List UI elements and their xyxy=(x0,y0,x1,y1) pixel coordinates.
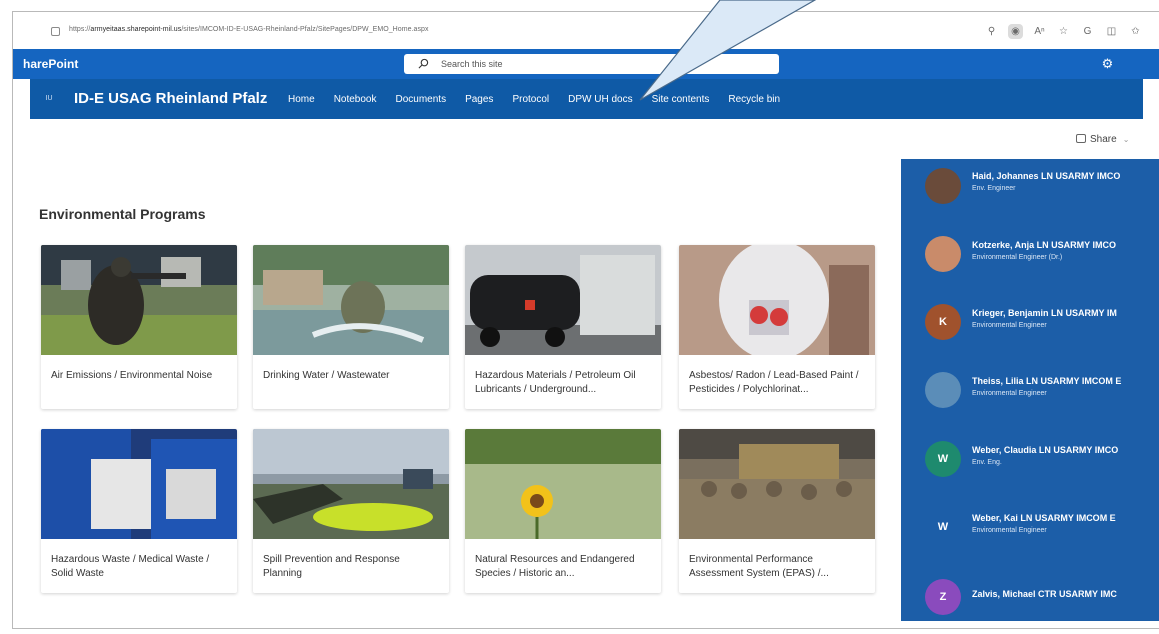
browser-profile-icon[interactable]: G xyxy=(1080,24,1095,39)
person-name: Weber, Claudia LN USARMY IMCO xyxy=(972,445,1119,455)
screenshot: https://armyeitaas.sharepoint-mil.us/sit… xyxy=(0,0,1159,634)
people-panel: Haid, Johannes LN USARMY IMCO Env. Engin… xyxy=(901,159,1159,621)
avatar: K xyxy=(925,304,961,340)
person-name: Theiss, Lilia LN USARMY IMCOM E xyxy=(972,376,1122,386)
avatar xyxy=(925,372,961,408)
soldier-firing-range-image xyxy=(41,245,237,355)
browser-address-bar: https://armyeitaas.sharepoint-mil.us/sit… xyxy=(13,12,1159,49)
tracking-icon[interactable]: ◉ xyxy=(1008,24,1023,39)
nav-item-site-contents[interactable]: Site contents xyxy=(652,94,710,105)
card-caption: Environmental Performance Assessment Sys… xyxy=(689,554,829,579)
share-icon xyxy=(1076,134,1086,143)
water-treatment-image xyxy=(253,245,449,355)
settings-gear-icon[interactable]: ⚙ xyxy=(1100,56,1115,71)
lock-icon xyxy=(51,27,60,36)
favorite-icon[interactable]: ☆ xyxy=(1056,24,1071,39)
program-card-drinking-water[interactable]: Drinking Water / Wastewater xyxy=(253,245,449,409)
nav-item-notebook[interactable]: Notebook xyxy=(334,94,377,105)
nav-item-recycle-bin[interactable]: Recycle bin xyxy=(728,94,780,105)
split-screen-icon[interactable]: ◫ xyxy=(1104,24,1119,39)
avatar: W xyxy=(925,441,961,477)
chevron-down-icon: ⌄ xyxy=(1122,135,1130,144)
program-card-asbestos[interactable]: Asbestos/ Radon / Lead-Based Paint / Pes… xyxy=(679,245,875,409)
spill-response-image xyxy=(253,429,449,539)
person-item[interactable]: Z Zalvis, Michael CTR USARMY IMC xyxy=(901,569,1159,619)
hazmat-suit-image xyxy=(679,245,875,355)
search-placeholder: Search this site xyxy=(441,59,503,69)
program-card-air-emissions[interactable]: Air Emissions / Environmental Noise xyxy=(41,245,237,409)
nav-item-pages[interactable]: Pages xyxy=(465,94,493,105)
program-card-hazardous-waste[interactable]: Hazardous Waste / Medical Waste / Solid … xyxy=(41,429,237,593)
card-caption: Natural Resources and Endangered Species… xyxy=(475,554,635,579)
suite-bar: harePoint Search this site ⚙ xyxy=(13,49,1159,79)
card-caption: Hazardous Waste / Medical Waste / Solid … xyxy=(51,554,210,579)
program-card-hazardous-materials[interactable]: Hazardous Materials / Petroleum Oil Lubr… xyxy=(465,245,661,409)
person-item[interactable]: W Weber, Kai LN USARMY IMCOM E Environme… xyxy=(901,499,1159,549)
person-name: Krieger, Benjamin LN USARMY IM xyxy=(972,308,1117,318)
nav-item-dpw-uh-docs[interactable]: DPW UH docs xyxy=(568,94,632,105)
address-url[interactable]: https://armyeitaas.sharepoint-mil.us/sit… xyxy=(69,26,429,33)
person-title: Environmental Engineer xyxy=(972,527,1047,534)
person-name: Kotzerke, Anja LN USARMY IMCO xyxy=(972,240,1117,250)
favorites-bar-icon[interactable]: ✩ xyxy=(1128,24,1143,39)
waste-barrels-image xyxy=(41,429,237,539)
read-aloud-icon[interactable]: Aⁿ xyxy=(1032,24,1047,39)
app-brand[interactable]: harePoint xyxy=(23,57,78,71)
avatar: W xyxy=(925,509,961,545)
site-title[interactable]: ID-E USAG Rheinland Pfalz xyxy=(74,90,267,107)
program-card-epas[interactable]: Environmental Performance Assessment Sys… xyxy=(679,429,875,593)
avatar xyxy=(925,236,961,272)
person-item[interactable]: Theiss, Lilia LN USARMY IMCOM E Environm… xyxy=(901,362,1159,412)
nav-item-protocol[interactable]: Protocol xyxy=(512,94,549,105)
military-briefing-image xyxy=(679,429,875,539)
nav-item-home[interactable]: Home xyxy=(288,94,315,105)
program-card-spill-prevention[interactable]: Spill Prevention and Response Planning xyxy=(253,429,449,593)
person-name: Haid, Johannes LN USARMY IMCO xyxy=(972,171,1121,181)
fuel-truck-image xyxy=(465,245,661,355)
person-name: Weber, Kai LN USARMY IMCOM E xyxy=(972,513,1116,523)
person-item[interactable]: Kotzerke, Anja LN USARMY IMCO Environmen… xyxy=(901,226,1159,276)
avatar: Z xyxy=(925,579,961,615)
person-title: Environmental Engineer (Dr.) xyxy=(972,254,1063,261)
person-item[interactable]: K Krieger, Benjamin LN USARMY IM Environ… xyxy=(901,294,1159,344)
person-name: Zalvis, Michael CTR USARMY IMC xyxy=(972,589,1117,599)
site-navigation: Home Notebook Documents Pages Protocol D… xyxy=(288,94,799,105)
person-item[interactable]: Haid, Johannes LN USARMY IMCO Env. Engin… xyxy=(901,159,1159,209)
search-icon xyxy=(418,58,429,69)
card-caption: Hazardous Materials / Petroleum Oil Lubr… xyxy=(475,370,636,395)
browser-toolbar-icons: ⚲ ◉ Aⁿ ☆ G ◫ ✩ xyxy=(984,24,1143,39)
sunflower-field-image xyxy=(465,429,661,539)
nav-item-documents[interactable]: Documents xyxy=(396,94,447,105)
card-caption: Air Emissions / Environmental Noise xyxy=(51,370,213,381)
person-item[interactable]: W Weber, Claudia LN USARMY IMCO Env. Eng… xyxy=(901,431,1159,481)
share-button[interactable]: Share ⌄ xyxy=(1076,134,1129,145)
card-caption: Asbestos/ Radon / Lead-Based Paint / Pes… xyxy=(689,370,859,395)
person-title: Environmental Engineer xyxy=(972,390,1047,397)
zoom-icon[interactable]: ⚲ xyxy=(984,24,999,39)
avatar xyxy=(925,168,961,204)
card-caption: Drinking Water / Wastewater xyxy=(263,370,390,381)
program-card-natural-resources[interactable]: Natural Resources and Endangered Species… xyxy=(465,429,661,593)
section-title: Environmental Programs xyxy=(39,206,206,222)
site-logo[interactable]: IU xyxy=(41,92,57,106)
site-header: IU ID-E USAG Rheinland Pfalz Home Notebo… xyxy=(30,79,1143,119)
person-title: Environmental Engineer xyxy=(972,322,1047,329)
browser-window: https://armyeitaas.sharepoint-mil.us/sit… xyxy=(12,11,1159,629)
card-caption: Spill Prevention and Response Planning xyxy=(263,554,400,579)
search-box[interactable]: Search this site xyxy=(404,54,779,74)
person-title: Env. Eng. xyxy=(972,459,1002,466)
person-title: Env. Engineer xyxy=(972,185,1016,192)
